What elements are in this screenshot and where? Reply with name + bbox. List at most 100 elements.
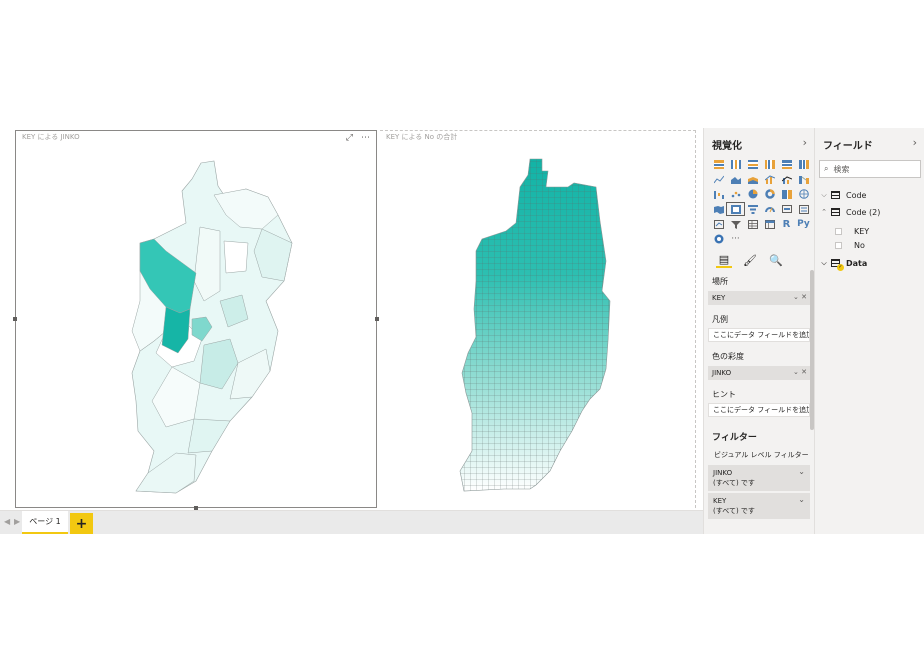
add-page-button[interactable]: + <box>70 513 93 534</box>
table-icon <box>831 191 840 199</box>
filters-title: フィルター <box>712 433 757 443</box>
chevron-right-icon[interactable]: › <box>913 136 917 149</box>
area-chart-icon[interactable] <box>727 173 744 185</box>
card-icon[interactable] <box>778 203 795 215</box>
100-percent-bar-chart-icon[interactable] <box>778 158 795 170</box>
district-map[interactable] <box>16 131 378 509</box>
map-region <box>223 240 249 274</box>
r-visual-label: R <box>782 218 791 230</box>
filter-card-jinko[interactable]: JINKO (すべて) です ⌄ <box>708 465 810 491</box>
fields-title: フィールド <box>823 141 873 152</box>
more-visuals-icon[interactable]: ··· <box>727 233 744 245</box>
power-bi-report-editor: KEY による JINKO ⤢ ⋯ KEY による No の合計 ◀ ▶ ページ… <box>0 128 924 534</box>
filled-map-icon[interactable] <box>710 203 727 215</box>
map-grid-overlay <box>459 158 611 492</box>
table-icon[interactable] <box>744 218 761 230</box>
table-name: Code <box>846 190 867 200</box>
table-name: Code (2) <box>846 207 881 217</box>
field-checkbox[interactable] <box>835 241 842 249</box>
visualizations-title: 視覚化 <box>712 141 742 152</box>
python-visual-label: Py <box>797 219 810 229</box>
slicer-icon[interactable] <box>727 218 744 230</box>
kpi-icon[interactable] <box>710 218 727 230</box>
filter-state: (すべて) です <box>713 507 755 515</box>
grid-map[interactable] <box>380 131 696 509</box>
waterfall-chart-icon[interactable] <box>710 188 727 200</box>
donut-chart-icon[interactable] <box>761 188 778 200</box>
chevron-down-icon[interactable]: ⌵ <box>819 191 829 200</box>
analytics-magnifier-icon[interactable]: 🔍 <box>768 252 784 268</box>
r-visual-icon[interactable]: R <box>778 218 795 230</box>
tooltips-well[interactable]: ここにデータ フィールドを追加して... <box>708 403 810 417</box>
arcgis-map-icon[interactable] <box>710 233 727 245</box>
chevron-down-icon[interactable]: ⌄ <box>798 495 805 505</box>
visual-level-filters-label: ビジュアル レベル フィルター <box>714 451 809 459</box>
format-paint-roller-icon[interactable]: 🖌 <box>742 252 758 268</box>
location-field-value: KEY <box>712 294 726 302</box>
line-and-column-chart-icon[interactable] <box>761 173 778 185</box>
funnel-chart-icon[interactable] <box>744 203 761 215</box>
pie-chart-icon[interactable] <box>744 188 761 200</box>
tooltips-well-label: ヒント <box>712 390 736 399</box>
fields-pane: フィールド › ⌕ 検索 ⌵ Code ⌃ Code (2) KEY No ⌵ … <box>814 128 924 534</box>
table-name: Data <box>846 258 868 268</box>
fields-tab-icon[interactable]: ▤ <box>716 252 732 268</box>
matrix-icon[interactable] <box>761 218 778 230</box>
search-icon: ⌕ <box>824 164 829 173</box>
table-code-2[interactable]: ⌃ Code (2) <box>819 205 880 219</box>
field-search-input[interactable]: ⌕ 検索 <box>819 160 921 178</box>
shape-map-icon[interactable] <box>726 202 745 216</box>
ribbon-chart-icon[interactable] <box>795 173 812 185</box>
table-data[interactable]: ⌵ ✓ Data <box>819 256 868 271</box>
clustered-column-chart-icon[interactable] <box>761 158 778 170</box>
chevron-right-icon[interactable]: › <box>803 136 807 149</box>
map-region <box>187 418 231 454</box>
more-visuals-label: ··· <box>731 233 740 244</box>
saturation-field-value: JINKO <box>712 369 732 377</box>
chevron-left-icon[interactable]: ◀ <box>4 517 10 526</box>
100-percent-column-chart-icon[interactable] <box>795 158 812 170</box>
multi-row-card-icon[interactable] <box>795 203 812 215</box>
page-tab-strip: ◀ ▶ ページ 1 + <box>0 510 703 534</box>
chevron-down-icon[interactable]: ⌄ ✕ <box>793 293 807 301</box>
stacked-area-chart-icon[interactable] <box>744 173 761 185</box>
stacked-column-chart-icon[interactable] <box>727 158 744 170</box>
map-icon[interactable] <box>795 188 812 200</box>
scatter-chart-icon[interactable] <box>727 188 744 200</box>
saturation-well-label: 色の彩度 <box>712 352 744 361</box>
filter-field-name: KEY <box>713 497 727 505</box>
tab-page-1[interactable]: ページ 1 <box>22 511 68 534</box>
treemap-icon[interactable] <box>778 188 795 200</box>
filter-field-name: JINKO <box>713 469 733 477</box>
chevron-down-icon[interactable]: ⌄ <box>798 467 805 477</box>
table-icon <box>831 208 840 216</box>
field-name: No <box>854 240 865 250</box>
chevron-down-icon[interactable]: ⌵ <box>819 259 829 268</box>
in-use-check-icon: ✓ <box>837 264 844 271</box>
saturation-well[interactable]: JINKO ⌄ ✕ <box>708 366 810 380</box>
filled-map-visual[interactable]: KEY による JINKO ⤢ ⋯ <box>13 130 379 510</box>
location-well[interactable]: KEY ⌄ ✕ <box>708 291 810 305</box>
tooltips-placeholder: ここにデータ フィールドを追加して... <box>713 406 809 414</box>
python-visual-icon[interactable]: Py <box>795 218 812 230</box>
field-key[interactable]: KEY <box>835 224 869 238</box>
chevron-up-icon[interactable]: ⌃ <box>819 208 829 216</box>
chevron-right-icon[interactable]: ▶ <box>14 517 20 526</box>
legend-placeholder: ここにデータ フィールドを追加して... <box>713 331 809 339</box>
line-chart-icon[interactable] <box>710 173 727 185</box>
shape-map-visual[interactable]: KEY による No の合計 <box>380 130 696 508</box>
field-name: KEY <box>854 226 870 236</box>
stacked-bar-chart-icon[interactable] <box>710 158 727 170</box>
line-and-clustered-column-icon[interactable] <box>778 173 795 185</box>
legend-well[interactable]: ここにデータ フィールドを追加して... <box>708 328 810 342</box>
gauge-icon[interactable] <box>761 203 778 215</box>
field-checkbox[interactable] <box>835 227 842 235</box>
table-code[interactable]: ⌵ Code <box>819 188 866 202</box>
clustered-bar-chart-icon[interactable] <box>744 158 761 170</box>
chevron-down-icon[interactable]: ⌄ ✕ <box>793 368 807 376</box>
field-no[interactable]: No <box>835 238 865 252</box>
filter-card-key[interactable]: KEY (すべて) です ⌄ <box>708 493 810 519</box>
location-well-label: 場所 <box>712 277 728 286</box>
visualizations-pane: 視覚化 › R Py ··· ▤ 🖌 🔍 場所 KEY ⌄ ✕ 凡例 ここにデー… <box>703 128 814 534</box>
filter-state: (すべて) です <box>713 479 755 487</box>
